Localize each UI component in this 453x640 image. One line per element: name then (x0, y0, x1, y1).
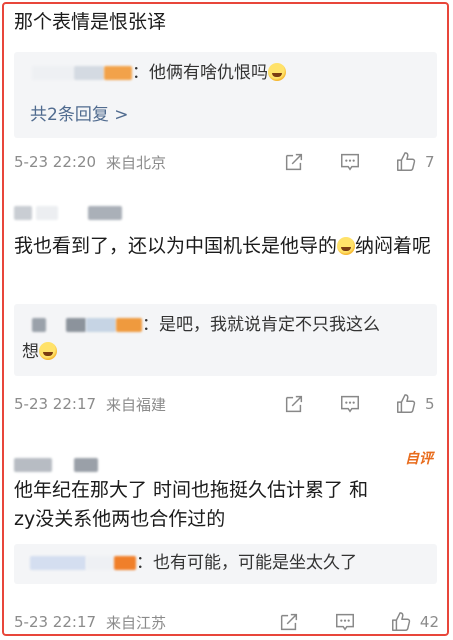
author-reply-badge: 自评 (405, 451, 433, 467)
like-button[interactable] (388, 610, 414, 634)
comment-item: 那个表情是恨张译 ：他俩有啥仇恨吗 共2条回复 > 5-23 22:20 来自北… (4, 4, 447, 184)
comment-location: 来自江苏 (106, 613, 167, 632)
blurred-author (14, 456, 98, 474)
blurred-username (14, 458, 52, 472)
comment-date: 5-23 22:20 (14, 153, 97, 171)
comment-actions: 42 (246, 610, 439, 634)
blurred-username (32, 318, 46, 332)
comment-icon (335, 613, 354, 631)
comment-actions: 7 (251, 150, 439, 174)
comment-item: 自评 他年纪在那大了 时间也拖挺久估计累了 和 zy没关系他两也合作过的 ：也有可… (4, 434, 447, 634)
blurred-username (30, 556, 86, 570)
blurred-username (66, 318, 86, 332)
comment-text: 我也看到了，还以为中国机长是他导的 纳闷着呢 (14, 235, 432, 257)
reply-box[interactable]: ：是吧，我就说肯定不只我这么想 (14, 304, 437, 376)
comment-text: 那个表情是恨张译 (14, 11, 167, 33)
comment-text: 他年纪在那大了 时间也拖挺久估计累了 和 zy没关系他两也合作过的 (14, 479, 369, 530)
blurred-username (36, 206, 58, 220)
share-button[interactable] (276, 610, 302, 634)
blurred-username (114, 556, 136, 570)
laughing-emoji-icon (39, 342, 57, 360)
like-count: 5 (425, 395, 435, 413)
reply-box[interactable]: ：也有可能，可能是坐太久了 (14, 544, 437, 584)
comment-icon (341, 153, 359, 171)
laughing-emoji-icon (337, 237, 356, 255)
like-button[interactable] (393, 392, 419, 416)
comment-button[interactable] (337, 150, 363, 174)
like-icon (391, 612, 411, 631)
more-replies-link[interactable]: 共2条回复 > (30, 100, 128, 125)
share-icon (285, 153, 303, 171)
share-icon (280, 613, 297, 631)
comment-location: 来自福建 (106, 395, 167, 414)
comment-button[interactable] (332, 610, 358, 634)
comment-date: 5-23 22:17 (14, 395, 97, 413)
like-icon (397, 394, 416, 413)
like-count: 42 (419, 613, 439, 631)
blurred-username (32, 66, 74, 80)
blurred-username (88, 206, 122, 220)
reply-line: ：是吧，我就说肯定不只我这么想 (22, 315, 380, 362)
share-button[interactable] (281, 392, 307, 416)
blurred-author (14, 204, 122, 222)
like-icon (397, 152, 416, 171)
blurred-username (104, 66, 132, 80)
comment-item: 我也看到了，还以为中国机长是他导的 纳闷着呢 ：是吧，我就说肯定不只我这么想 5-… (4, 190, 447, 420)
blurred-username (14, 206, 32, 220)
comment-icon (341, 395, 359, 413)
comment-location: 来自北京 (106, 153, 167, 172)
share-icon (285, 395, 303, 413)
blurred-username (74, 458, 98, 472)
comment-actions: 5 (251, 392, 439, 416)
blurred-username (74, 66, 104, 80)
like-count: 7 (425, 153, 435, 171)
like-button[interactable] (393, 150, 419, 174)
blurred-username (86, 318, 116, 332)
blurred-username (86, 556, 114, 570)
reply-line: ：也有可能，可能是坐太久了 (30, 550, 429, 577)
comment-button[interactable] (337, 392, 363, 416)
comment-list: 那个表情是恨张译 ：他俩有啥仇恨吗 共2条回复 > 5-23 22:20 来自北… (2, 2, 449, 636)
laughing-emoji-icon (268, 63, 286, 81)
share-button[interactable] (281, 150, 307, 174)
reply-line: ：他俩有啥仇恨吗 (32, 60, 429, 87)
reply-box[interactable]: ：他俩有啥仇恨吗 共2条回复 > (14, 52, 437, 138)
blurred-username (116, 318, 142, 332)
comment-date: 5-23 22:17 (14, 613, 97, 631)
